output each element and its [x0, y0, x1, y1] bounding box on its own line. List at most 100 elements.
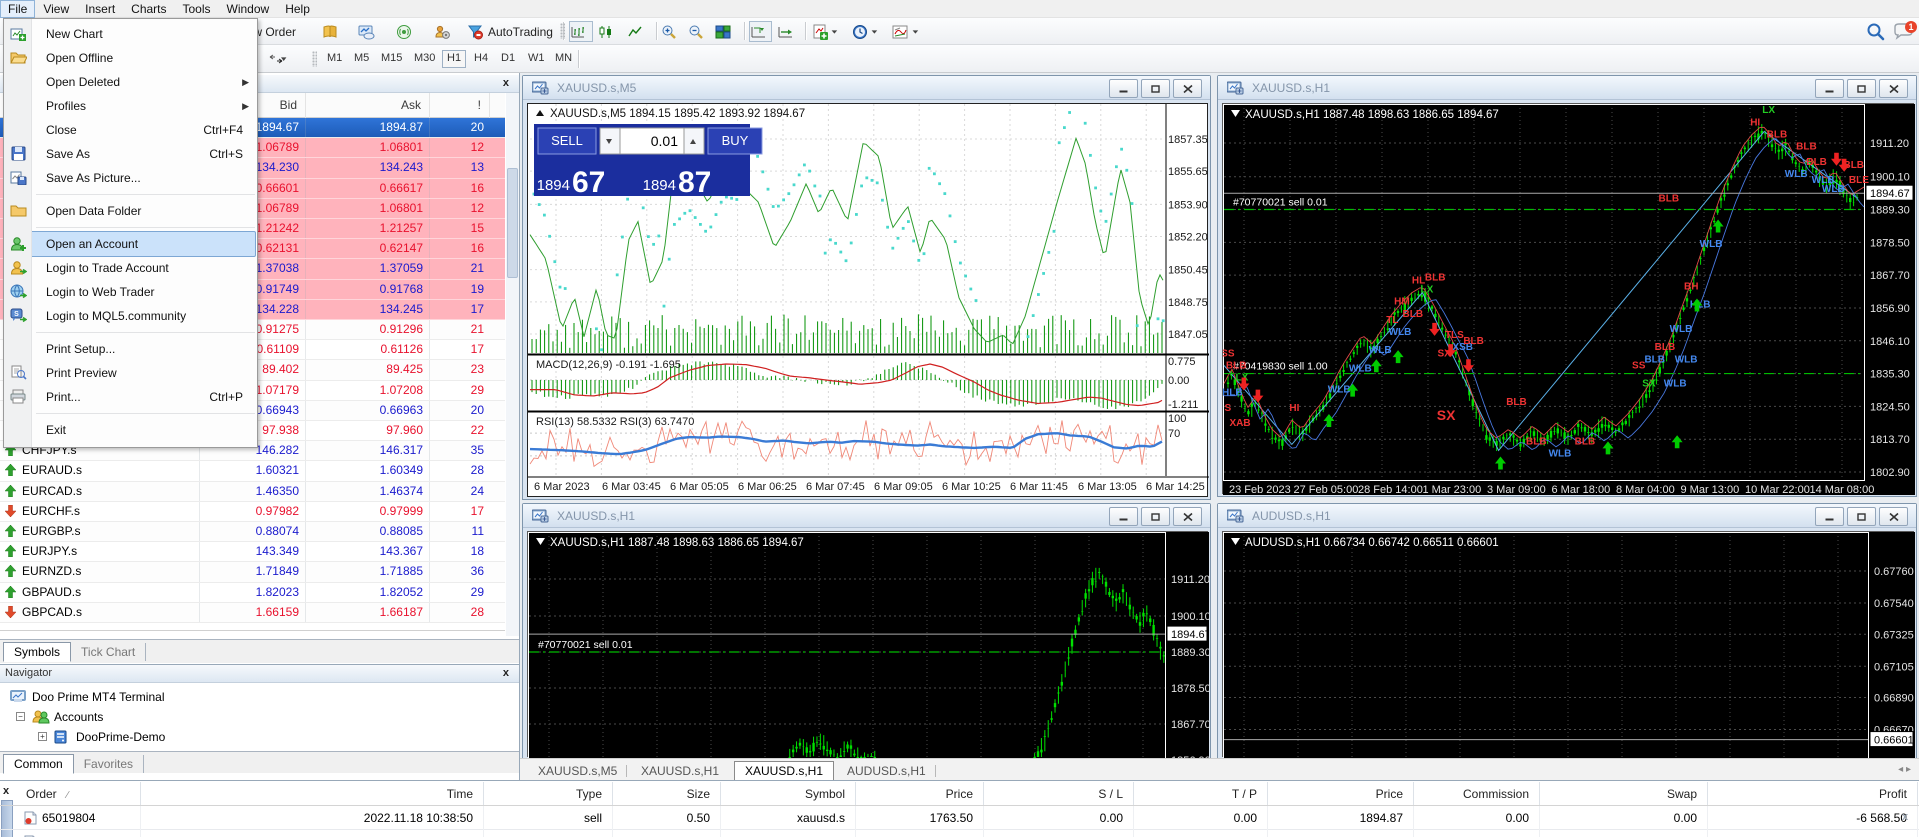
chart-tab-2[interactable]: XAUUSD.s,H1 [734, 761, 834, 781]
templates-button[interactable] [892, 21, 926, 42]
timeframe-H4[interactable]: H4 [469, 50, 493, 68]
file-menu-item-open-data-folder[interactable]: Open Data Folder [4, 199, 257, 223]
menu-tools[interactable]: Tools [175, 0, 219, 18]
menu-help[interactable]: Help [277, 0, 318, 18]
collapse-icon[interactable]: − [16, 712, 25, 721]
chart-area-xauusd-h1[interactable]: 1911.201900.101889.301878.501867.701856.… [1222, 103, 1914, 494]
menu-window[interactable]: Window [219, 0, 278, 18]
periods-button[interactable] [852, 21, 886, 42]
terminal-col-size[interactable]: Size [613, 782, 721, 805]
minimize-button[interactable] [1815, 79, 1844, 98]
restore-button[interactable] [1847, 79, 1876, 98]
file-menu-item-exit[interactable]: Exit [4, 418, 257, 442]
file-menu-item-print-[interactable]: Print...Ctrl+P [4, 385, 257, 409]
minimize-button[interactable] [1109, 507, 1138, 526]
line-chart-button[interactable] [627, 21, 651, 42]
history-center-button[interactable] [322, 21, 348, 42]
minimize-button[interactable] [1815, 507, 1844, 526]
terminal-col-price[interactable]: Price [1268, 782, 1414, 805]
file-menu-item-print-setup-[interactable]: Print Setup... [4, 337, 257, 361]
minimize-button[interactable] [1109, 79, 1138, 98]
file-menu-item-login-to-web-trader[interactable]: Login to Web Trader [4, 280, 257, 304]
terminal-col-profit[interactable]: Profit [1708, 782, 1918, 805]
terminal-col-symbol[interactable]: Symbol [721, 782, 856, 805]
timeframe-M30[interactable]: M30 [409, 50, 439, 68]
chart-area-audusd-h1[interactable]: 0.677600.675400.673250.671050.668900.666… [1222, 531, 1914, 757]
file-menu-item-save-as[interactable]: Save AsCtrl+S [4, 142, 257, 166]
timeframe-H1[interactable]: H1 [442, 50, 466, 68]
restore-button[interactable] [1141, 79, 1170, 98]
timeframe-M5[interactable]: M5 [349, 50, 373, 68]
file-menu-item-print-preview[interactable]: Print Preview [4, 361, 257, 385]
chart-window-title[interactable]: AUDUSD.s,H1 [1218, 504, 1916, 528]
chart-tab-1[interactable]: XAUUSD.s,H1 [631, 762, 729, 780]
search-icon[interactable] [1866, 21, 1888, 42]
terminal-close-icon[interactable]: x [3, 785, 9, 797]
terminal-order-row[interactable]: 650198062022.11.18 10:38:43sell1.00xauus… [0, 830, 1919, 837]
timeframe-D1[interactable]: D1 [496, 50, 520, 68]
file-menu-item-profiles[interactable]: Profiles▶ [4, 94, 257, 118]
tab-common[interactable]: Common [3, 754, 74, 774]
menu-file[interactable]: File [0, 0, 35, 18]
timeframe-M1[interactable]: M1 [322, 50, 346, 68]
market-watch-row[interactable]: EURCHF.s0.979820.9799917 [0, 502, 505, 522]
terminal-col-tp[interactable]: T / P [1134, 782, 1268, 805]
market-watch-row[interactable]: EURAUD.s1.603211.6034928 [0, 461, 505, 481]
market-watch-row[interactable]: EURNZD.s1.718491.7188536 [0, 562, 505, 582]
close-button[interactable] [1173, 507, 1202, 526]
chart-shift-button[interactable] [749, 21, 772, 42]
close-button[interactable] [1879, 507, 1908, 526]
tab-scroll-arrows[interactable]: ◂ ▸ [1898, 764, 1911, 775]
arrange-symbols-button[interactable] [266, 49, 306, 70]
file-menu-item-open-deleted[interactable]: Open Deleted▶ [4, 70, 257, 94]
navigator-close-icon[interactable]: x [503, 667, 509, 679]
chart-tab-0[interactable]: XAUUSD.s,M5 [528, 762, 627, 780]
chart-area-xauusd-h1-2[interactable]: 1911.201900.101889.301878.501867.701856.… [527, 531, 1208, 757]
chart-window-title[interactable]: XAUUSD.s,M5 [523, 76, 1210, 100]
tab-symbols[interactable]: Symbols [3, 642, 71, 662]
file-menu-item-open-an-account[interactable]: Open an Account [4, 232, 257, 256]
chart-window-title[interactable]: XAUUSD.s,H1 [523, 504, 1210, 528]
terminal-col-sl[interactable]: S / L [984, 782, 1134, 805]
terminal-col-swap[interactable]: Swap [1540, 782, 1708, 805]
timeframe-W1[interactable]: W1 [523, 50, 547, 68]
market-watch-row[interactable]: GBPAUD.s1.820231.8205229 [0, 583, 505, 603]
candlestick-chart-button[interactable] [598, 21, 622, 42]
chart-window-title[interactable]: XAUUSD.s,H1 [1218, 76, 1916, 100]
timeframe-MN[interactable]: MN [550, 50, 574, 68]
zoom-in-button[interactable] [661, 21, 684, 42]
close-button[interactable] [1879, 79, 1908, 98]
market-watch-row[interactable]: GBPCAD.s1.661591.6618728 [0, 603, 505, 623]
bar-chart-button[interactable] [569, 21, 593, 42]
file-menu-item-close[interactable]: CloseCtrl+F4 [4, 118, 257, 142]
file-menu-item-open-offline[interactable]: Open Offline [4, 46, 257, 70]
menu-insert[interactable]: Insert [77, 0, 123, 18]
navigator-item[interactable]: −Accounts [0, 707, 519, 727]
terminal-col-price[interactable]: Price [856, 782, 984, 805]
file-menu-item-login-to-mql5-community[interactable]: SLogin to MQL5.community [4, 304, 257, 328]
restore-button[interactable] [1847, 507, 1876, 526]
file-menu-item-login-to-trade-account[interactable]: Login to Trade Account [4, 256, 257, 280]
market-watch-button[interactable] [358, 21, 384, 42]
signals-button[interactable] [396, 21, 422, 42]
notifications-icon[interactable]: 1 [1892, 21, 1918, 42]
autotrading-button[interactable]: AutoTrading [467, 21, 557, 42]
auto-scroll-button[interactable] [777, 21, 800, 42]
tile-windows-button[interactable] [715, 21, 740, 42]
market-watch-row[interactable]: EURGBP.s0.880740.8808511 [0, 522, 505, 542]
market-watch-close-icon[interactable]: x [503, 77, 509, 89]
terminal-col-commission[interactable]: Commission [1414, 782, 1540, 805]
restore-button[interactable] [1141, 507, 1170, 526]
close-button[interactable] [1173, 79, 1202, 98]
chart-tab-3[interactable]: AUDUSD.s,H1 [837, 762, 936, 780]
file-menu-item-save-as-picture-[interactable]: Save As Picture... [4, 166, 257, 190]
terminal-col-type[interactable]: Type [484, 782, 613, 805]
options-button[interactable] [434, 21, 460, 42]
terminal-order-row[interactable]: 650198042022.11.18 10:38:50sell0.50xauus… [0, 806, 1919, 830]
navigator-item[interactable]: Doo Prime MT4 Terminal [0, 687, 519, 707]
zoom-out-button[interactable] [688, 21, 711, 42]
menu-charts[interactable]: Charts [123, 0, 174, 18]
navigator-item[interactable]: +DooPrime-Demo [0, 727, 519, 747]
terminal-col-order[interactable]: Order∕ [16, 782, 141, 805]
menu-view[interactable]: View [35, 0, 77, 18]
